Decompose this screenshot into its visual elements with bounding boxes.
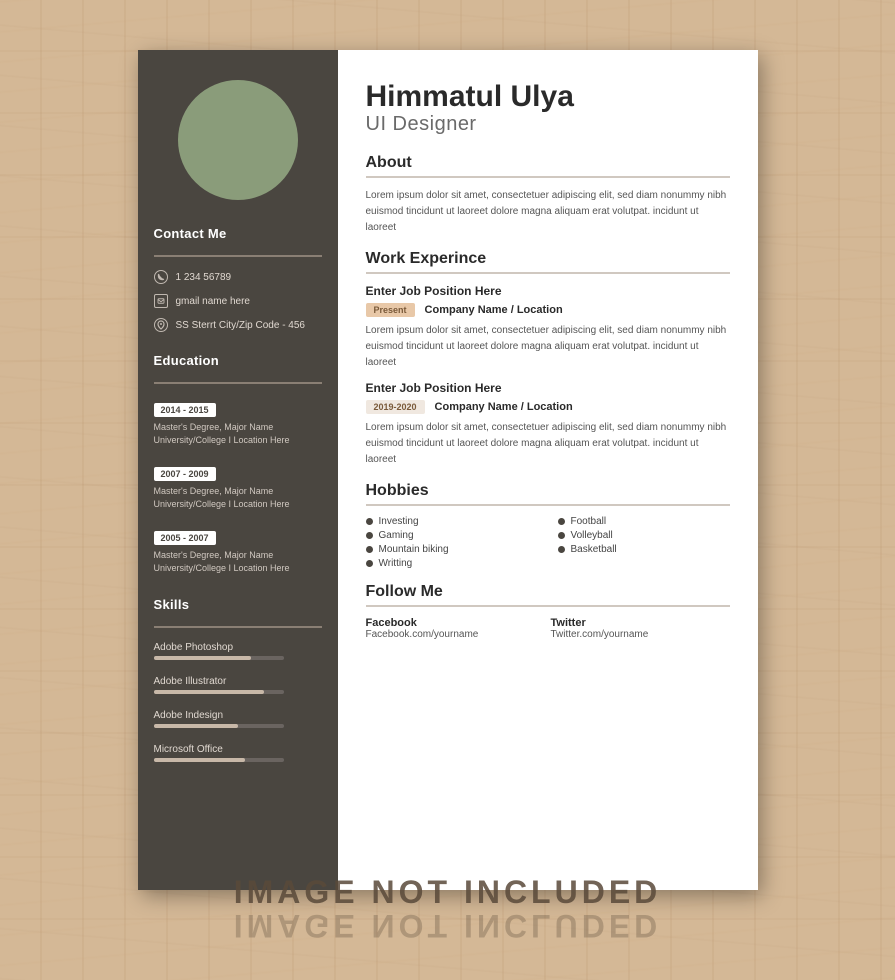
facebook-title: Facebook [366, 617, 545, 629]
company-location-2: Company Name / Location [435, 401, 573, 413]
hobbies-grid: Investing Football Gaming Volleyball Mou… [366, 516, 730, 569]
edu-year-3: 2005 - 2007 [154, 531, 216, 545]
about-section-title: About [366, 154, 730, 172]
hobby-mountain-biking: Mountain biking [366, 544, 538, 555]
edu-entry-1: 2014 - 2015 Master's Degree, Major NameU… [138, 394, 338, 452]
skills-section-title: Skills [138, 591, 338, 618]
hobby-dot [366, 532, 373, 539]
address-text: SS Sterrt City/Zip Code - 456 [176, 320, 306, 331]
follow-grid: Facebook Facebook.com/yourname Twitter T… [366, 617, 730, 640]
hobby-name: Investing [379, 516, 419, 527]
work-line [366, 272, 730, 274]
location-icon [154, 318, 168, 332]
skill-name-4: Microsoft Office [154, 744, 322, 755]
email-icon [154, 294, 168, 308]
skill-bar-fill-3 [154, 724, 239, 728]
job-desc-2: Lorem ipsum dolor sit amet, consectetuer… [366, 420, 730, 468]
hobby-name: Writting [379, 558, 413, 569]
skill-bar-bg-3 [154, 724, 284, 728]
hobby-volleyball: Volleyball [558, 530, 730, 541]
follow-section-title: Follow Me [366, 583, 730, 601]
hobby-name: Basketball [571, 544, 617, 555]
contact-divider [154, 255, 322, 257]
skill-photoshop: Adobe Photoshop [138, 638, 338, 664]
contact-section-title: Contact Me [138, 220, 338, 247]
follow-line [366, 605, 730, 607]
edu-detail-2: Master's Degree, Major NameUniversity/Co… [154, 485, 322, 510]
job-desc-1: Lorem ipsum dolor sit amet, consectetuer… [366, 323, 730, 371]
education-section-title: Education [138, 347, 338, 374]
facebook-url: Facebook.com/yourname [366, 629, 545, 640]
name-title-area: Himmatul Ulya UI Designer [366, 80, 730, 136]
phone-icon [154, 270, 168, 284]
watermark-text: IMAGE NOT INCLUDED [0, 874, 895, 911]
skill-bar-fill-1 [154, 656, 252, 660]
follow-facebook: Facebook Facebook.com/yourname [366, 617, 545, 640]
avatar [178, 80, 298, 200]
skill-msoffice: Microsoft Office [138, 740, 338, 766]
education-divider [154, 382, 322, 384]
hobby-dot [366, 546, 373, 553]
person-title: UI Designer [366, 113, 730, 136]
job-meta-1: Present Company Name / Location [366, 303, 730, 317]
hobby-name: Gaming [379, 530, 414, 541]
hobby-dot [558, 532, 565, 539]
main-content: Himmatul Ulya UI Designer About Lorem ip… [338, 50, 758, 890]
email-address: gmail name here [176, 296, 250, 307]
work-section-title: Work Experince [366, 250, 730, 268]
hobby-dot [558, 546, 565, 553]
twitter-title: Twitter [551, 617, 730, 629]
skill-bar-bg-1 [154, 656, 284, 660]
job-position-1: Enter Job Position Here [366, 284, 730, 298]
year-badge-2: 2019-2020 [366, 400, 425, 414]
skill-bar-fill-2 [154, 690, 265, 694]
watermark-area: IMAGE NOT INCLUDED IMAGE NOT INCLUDED [0, 874, 895, 940]
job-meta-2: 2019-2020 Company Name / Location [366, 400, 730, 414]
watermark-reflected: IMAGE NOT INCLUDED [0, 911, 895, 940]
skill-bar-bg-2 [154, 690, 284, 694]
hobby-basketball: Basketball [558, 544, 730, 555]
edu-detail-3: Master's Degree, Major NameUniversity/Co… [154, 549, 322, 574]
skill-name-2: Adobe Illustrator [154, 676, 322, 687]
skill-bar-bg-4 [154, 758, 284, 762]
edu-year-1: 2014 - 2015 [154, 403, 216, 417]
skill-name-1: Adobe Photoshop [154, 642, 322, 653]
skill-name-3: Adobe Indesign [154, 710, 322, 721]
about-line [366, 176, 730, 178]
hobby-name: Volleyball [571, 530, 613, 541]
edu-detail-1: Master's Degree, Major NameUniversity/Co… [154, 421, 322, 446]
hobby-dot [558, 518, 565, 525]
company-location-1: Company Name / Location [425, 304, 563, 316]
edu-entry-3: 2005 - 2007 Master's Degree, Major NameU… [138, 522, 338, 580]
twitter-url: Twitter.com/yourname [551, 629, 730, 640]
hobby-dot [366, 518, 373, 525]
hobby-name: Football [571, 516, 607, 527]
contact-phone: 1 234 56789 [138, 267, 338, 287]
resume-document: Contact Me 1 234 56789 gmail name here [138, 50, 758, 890]
edu-year-2: 2007 - 2009 [154, 467, 216, 481]
contact-address: SS Sterrt City/Zip Code - 456 [138, 315, 338, 335]
person-name: Himmatul Ulya [366, 80, 730, 113]
follow-twitter: Twitter Twitter.com/yourname [551, 617, 730, 640]
skills-divider [154, 626, 322, 628]
hobby-investing: Investing [366, 516, 538, 527]
hobbies-line [366, 504, 730, 506]
skill-illustrator: Adobe Illustrator [138, 672, 338, 698]
avatar-area [138, 50, 338, 220]
skill-bar-fill-4 [154, 758, 245, 762]
hobby-name: Mountain biking [379, 544, 449, 555]
present-badge-1: Present [366, 303, 415, 317]
sidebar: Contact Me 1 234 56789 gmail name here [138, 50, 338, 890]
hobby-football: Football [558, 516, 730, 527]
hobbies-section-title: Hobbies [366, 482, 730, 500]
skill-indesign: Adobe Indesign [138, 706, 338, 732]
phone-number: 1 234 56789 [176, 272, 232, 283]
hobby-dot [366, 560, 373, 567]
contact-email: gmail name here [138, 291, 338, 311]
about-text: Lorem ipsum dolor sit amet, consectetuer… [366, 188, 730, 236]
hobby-gaming: Gaming [366, 530, 538, 541]
hobby-writting: Writting [366, 558, 538, 569]
edu-entry-2: 2007 - 2009 Master's Degree, Major NameU… [138, 458, 338, 516]
job-position-2: Enter Job Position Here [366, 381, 730, 395]
